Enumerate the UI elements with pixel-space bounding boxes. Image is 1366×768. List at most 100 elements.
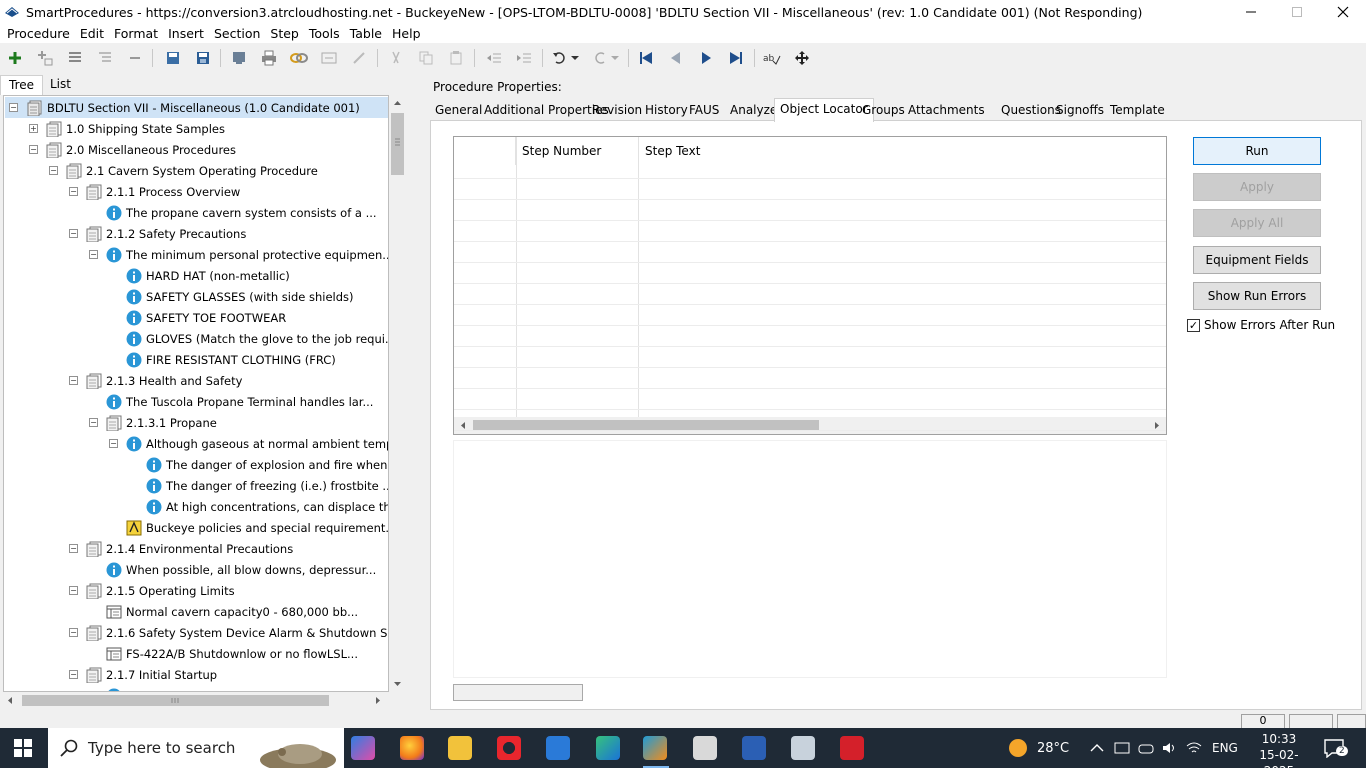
grid-horizontal-scrollbar[interactable] xyxy=(454,417,1166,434)
menu-table[interactable]: Table xyxy=(345,26,387,41)
move-button[interactable] xyxy=(792,48,812,68)
cut-button[interactable] xyxy=(386,48,406,68)
tree-item[interactable]: SAFETY TOE FOOTWEAR xyxy=(126,307,286,328)
spellcheck-button[interactable]: ab xyxy=(762,48,782,68)
remove-button[interactable] xyxy=(125,48,145,68)
tree-item[interactable]: The danger of freezing (i.e.) frostbite … xyxy=(146,475,388,496)
tree-item[interactable]: FIRE RESISTANT CLOTHING (FRC) xyxy=(126,349,336,370)
run-button[interactable]: Run xyxy=(1193,137,1321,165)
column-header-step-text[interactable]: Step Text xyxy=(639,137,1166,165)
equipment-fields-button[interactable]: Equipment Fields xyxy=(1193,246,1321,274)
previous-step-button[interactable] xyxy=(666,48,686,68)
tab-attachments[interactable]: Attachments xyxy=(903,100,990,121)
taskbar-search-box[interactable]: Type here to search xyxy=(48,728,344,768)
next-step-button[interactable] xyxy=(696,48,716,68)
add-child-button[interactable] xyxy=(35,48,55,68)
tree-item[interactable]: HARD HAT (non-metallic) xyxy=(126,265,290,286)
menu-tools[interactable]: Tools xyxy=(304,26,345,41)
expand-icon[interactable]: + xyxy=(29,124,38,133)
field-button[interactable] xyxy=(319,48,339,68)
tree-item[interactable]: 1.0 Shipping State Samples xyxy=(46,118,225,139)
tree-item[interactable]: Buckeye policies and special requirement… xyxy=(126,517,388,538)
tree-item[interactable]: The Tuscola Propane Terminal handles lar… xyxy=(106,391,373,412)
tree-item[interactable]: SAFETY GLASSES (with side shields) xyxy=(126,286,354,307)
tab-revision[interactable]: Revision xyxy=(587,100,647,121)
start-button[interactable] xyxy=(14,739,32,760)
paste-button[interactable] xyxy=(446,48,466,68)
tree-item[interactable]: 2.0 Miscellaneous Procedures xyxy=(46,139,236,160)
tree-item[interactable]: At high concentrations, can displace the… xyxy=(146,496,388,517)
tab-groups[interactable]: Groups xyxy=(857,100,910,121)
show-run-errors-button[interactable]: Show Run Errors xyxy=(1193,282,1321,310)
outline-button[interactable] xyxy=(95,48,115,68)
tab-template[interactable]: Template xyxy=(1105,100,1170,121)
tree-item[interactable]: 2.1.5 Operating Limits xyxy=(86,580,235,601)
language-indicator[interactable]: ENG xyxy=(1212,728,1238,768)
collapse-icon[interactable]: − xyxy=(69,376,78,385)
collapse-icon[interactable]: − xyxy=(89,418,98,427)
undo-dropdown[interactable] xyxy=(568,48,582,68)
procedure-tree[interactable]: BDLTU Section VII - Miscellaneous (1.0 C… xyxy=(3,95,389,692)
tree-vertical-scrollbar[interactable] xyxy=(389,95,406,692)
system-tray-icons[interactable] xyxy=(1090,728,1202,768)
close-button[interactable] xyxy=(1320,0,1366,24)
taskbar-opera-icon[interactable] xyxy=(497,736,521,760)
collapse-icon[interactable]: − xyxy=(29,145,38,154)
taskbar-word-icon[interactable] xyxy=(742,736,766,760)
tree-item[interactable]: 2.1 Cavern System Operating Procedure xyxy=(66,160,318,181)
minimize-button[interactable] xyxy=(1228,0,1274,24)
taskbar-firefox-icon[interactable] xyxy=(400,736,424,760)
last-step-button[interactable] xyxy=(726,48,746,68)
outdent-button[interactable] xyxy=(484,48,504,68)
tab-faus[interactable]: FAUS xyxy=(684,100,724,121)
redo-format-button[interactable] xyxy=(349,48,369,68)
tree-item[interactable]: 2.1.7 Initial Startup xyxy=(86,664,217,685)
clock[interactable]: 10:33 15-02-2025 xyxy=(1249,731,1309,768)
menu-format[interactable]: Format xyxy=(109,26,163,41)
list-button[interactable] xyxy=(65,48,85,68)
tab-list[interactable]: List xyxy=(42,75,79,95)
copy-button[interactable] xyxy=(416,48,436,68)
apply-all-button[interactable]: Apply All xyxy=(1193,209,1321,237)
collapse-icon[interactable]: − xyxy=(109,439,118,448)
tree-horizontal-scrollbar[interactable] xyxy=(3,692,389,709)
taskbar-file-explorer-icon[interactable] xyxy=(448,736,472,760)
maximize-button[interactable] xyxy=(1274,0,1320,24)
taskbar-smartprocedures-icon[interactable] xyxy=(643,736,667,760)
weather-widget[interactable]: 28°C xyxy=(1007,728,1069,768)
taskbar-snipping-icon[interactable] xyxy=(791,736,815,760)
tree-item[interactable]: BDLTU Section VII - Miscellaneous (1.0 C… xyxy=(5,97,388,118)
tree-item[interactable]: The minimum personal protective equipmen… xyxy=(106,244,388,265)
collapse-icon[interactable]: − xyxy=(89,250,98,259)
link-button[interactable] xyxy=(289,48,309,68)
collapse-icon[interactable]: − xyxy=(69,544,78,553)
tree-item[interactable]: GLOVES (Match the glove to the job requi… xyxy=(126,328,388,349)
column-header-step-number[interactable]: Step Number xyxy=(516,137,639,165)
tree-item[interactable]: 2.1.6 Safety System Device Alarm & Shutd… xyxy=(86,622,388,643)
tree-item[interactable]: Although gaseous at normal ambient tempe… xyxy=(126,433,388,454)
save-all-button[interactable] xyxy=(163,48,183,68)
collapse-icon[interactable]: − xyxy=(69,628,78,637)
tree-item[interactable]: 2.1.4 Environmental Precautions xyxy=(86,538,293,559)
collapse-icon[interactable]: − xyxy=(49,166,58,175)
taskbar-acrobat-icon[interactable] xyxy=(840,736,864,760)
menu-edit[interactable]: Edit xyxy=(75,26,109,41)
first-step-button[interactable] xyxy=(636,48,656,68)
tree-item[interactable]: The propane cavern system was in service… xyxy=(106,685,383,691)
tree-item[interactable]: 2.1.3.1 Propane xyxy=(106,412,217,433)
apply-button[interactable]: Apply xyxy=(1193,173,1321,201)
collapse-icon[interactable]: − xyxy=(69,670,78,679)
preview-button[interactable] xyxy=(229,48,249,68)
taskbar-remote-app-icon[interactable] xyxy=(693,736,717,760)
tree-item[interactable]: When possible, all blow downs, depressur… xyxy=(106,559,376,580)
menu-help[interactable]: Help xyxy=(387,26,426,41)
tree-item[interactable]: 2.1.1 Process Overview xyxy=(86,181,240,202)
undo-button[interactable] xyxy=(550,48,570,68)
menu-procedure[interactable]: Procedure xyxy=(2,26,75,41)
tab-tree[interactable]: Tree xyxy=(0,75,44,95)
collapse-icon[interactable]: − xyxy=(69,586,78,595)
menu-step[interactable]: Step xyxy=(265,26,303,41)
tree-item[interactable]: 2.1.2 Safety Precautions xyxy=(86,223,246,244)
print-button[interactable] xyxy=(259,48,279,68)
tree-item[interactable]: The propane cavern system consists of a … xyxy=(106,202,377,223)
